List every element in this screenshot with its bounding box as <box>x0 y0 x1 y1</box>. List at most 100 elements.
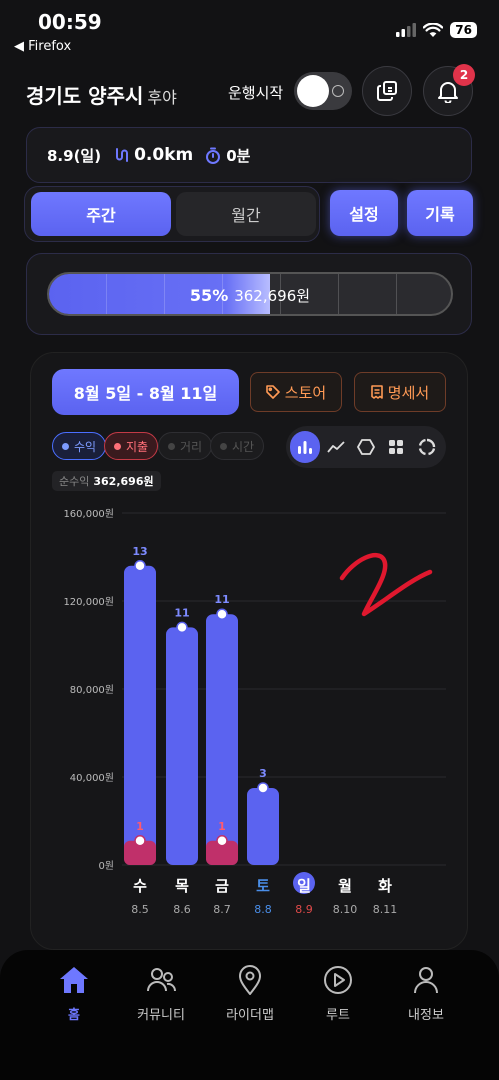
income-point <box>257 782 269 794</box>
region-sub: 후야 <box>147 88 177 107</box>
net-income-chip: 순수익 362,696원 <box>52 471 161 491</box>
chip-expense[interactable]: 지출 <box>104 432 159 460</box>
layers-button[interactable] <box>362 66 412 116</box>
goal-progress-card: 55% 362,696원 <box>26 253 472 335</box>
records-button[interactable]: 기록 <box>407 190 473 236</box>
x-date-label: 8.11 <box>373 903 398 916</box>
toggle-knob <box>297 75 329 107</box>
run-start-label: 운행시작 <box>228 84 284 102</box>
x-category-label: 월 <box>338 877 352 895</box>
timer-icon <box>206 147 221 164</box>
donut-icon <box>418 438 436 456</box>
chip-income-label: 수익 <box>74 439 97 454</box>
summary-date: 8.9(일) <box>47 146 102 165</box>
income-point <box>176 621 188 634</box>
expense-point <box>216 835 228 847</box>
chip-expense-label: 지출 <box>126 439 149 454</box>
statement-label: 명세서 <box>387 383 430 402</box>
chip-distance-label: 거리 <box>180 439 203 454</box>
income-bar <box>166 627 198 865</box>
chip-distance[interactable]: 거리 <box>158 432 213 460</box>
income-bar <box>247 788 279 865</box>
toggle-off-indicator <box>332 85 344 97</box>
income-point <box>216 608 228 620</box>
store-button[interactable]: 스토어 <box>250 372 342 412</box>
summary-distance: 0.0km <box>134 145 194 165</box>
status-icons: 76 <box>396 22 477 38</box>
y-tick-label: 80,000원 <box>70 684 114 696</box>
expense-data-label: 1 <box>218 820 226 833</box>
x-date-label: 8.6 <box>173 903 191 916</box>
store-label: 스토어 <box>284 383 327 402</box>
period-tabs: 주간 월간 <box>24 186 320 242</box>
line-chart-button[interactable] <box>320 431 350 463</box>
battery-level: 76 <box>450 22 477 38</box>
users-icon <box>147 968 177 992</box>
chip-dot <box>220 442 227 450</box>
expense-point <box>134 835 146 847</box>
nav-item-rider-map[interactable]: 라이더맵 <box>205 964 295 1023</box>
x-category-label: 토 <box>256 877 270 895</box>
map-pin-icon <box>239 965 261 995</box>
net-income-label: 순수익 <box>59 475 90 488</box>
x-category-label: 목 <box>175 877 189 895</box>
tab-monthly[interactable]: 월간 <box>176 192 316 236</box>
chip-income[interactable]: 수익 <box>52 432 107 460</box>
x-category-label: 일 <box>297 877 311 895</box>
tag-icon <box>265 385 280 399</box>
tab-weekly[interactable]: 주간 <box>31 192 171 236</box>
notification-badge: 2 <box>453 64 475 86</box>
nav-item-community[interactable]: 커뮤니티 <box>116 964 206 1023</box>
nav-label-home: 홈 <box>68 1008 80 1023</box>
line-chart-icon <box>326 441 345 453</box>
goal-progress-bar: 55% 362,696원 <box>47 272 453 316</box>
donut-chart-button[interactable] <box>412 431 442 463</box>
wifi-icon <box>423 22 444 37</box>
region-title[interactable]: 경기도 양주시 후야 <box>26 80 177 109</box>
income-data-label: 11 <box>174 606 189 619</box>
income-data-label: 3 <box>259 767 267 780</box>
chip-time-label: 시간 <box>232 439 255 454</box>
route-icon <box>116 148 129 162</box>
income-point <box>134 560 146 572</box>
nav-item-my-info[interactable]: 내정보 <box>381 964 471 1023</box>
x-date-label: 8.8 <box>254 903 272 916</box>
home-icon <box>60 967 88 993</box>
chip-time[interactable]: 시간 <box>210 432 265 460</box>
chip-dot <box>62 442 69 450</box>
income-data-label: 13 <box>132 545 147 558</box>
chip-dot <box>168 442 175 450</box>
summary-time: 0분 <box>226 146 251 165</box>
settings-button[interactable]: 설정 <box>330 190 398 236</box>
progress-amount: 362,696원 <box>234 287 311 305</box>
grid-chart-button[interactable] <box>381 431 411 463</box>
nav-item-home[interactable]: 홈 <box>29 964 119 1023</box>
progress-percent: 55% <box>189 286 229 305</box>
bar-chart-icon <box>298 441 313 454</box>
week-range-button[interactable]: 8월 5일 - 8월 11일 <box>52 369 239 415</box>
bar-chart-button[interactable] <box>290 431 321 463</box>
nav-item-route[interactable]: 루트 <box>293 964 383 1023</box>
expense-data-label: 1 <box>136 820 144 833</box>
cellular-signal-icon <box>396 23 417 37</box>
handwritten-scribble <box>339 552 433 617</box>
back-to-app-link[interactable]: ◀ Firefox <box>14 39 71 54</box>
run-toggle[interactable] <box>294 72 352 110</box>
today-summary: 8.9(일) 0.0km 0분 <box>26 127 472 183</box>
nav-label-my-info: 내정보 <box>408 1008 444 1023</box>
income-data-label: 11 <box>214 593 229 606</box>
y-tick-label: 40,000원 <box>70 772 114 784</box>
statement-button[interactable]: 명세서 <box>354 372 446 412</box>
layers-icon <box>377 81 397 101</box>
y-tick-label: 160,000원 <box>63 508 114 520</box>
user-icon <box>414 967 438 994</box>
y-tick-label: 120,000원 <box>63 596 114 608</box>
receipt-icon <box>370 385 383 399</box>
x-category-label: 금 <box>215 877 229 895</box>
x-category-label: 화 <box>378 877 392 895</box>
y-tick-label: 0원 <box>98 860 114 872</box>
x-date-label: 8.7 <box>213 903 231 916</box>
hexagon-icon <box>357 439 375 455</box>
hexagon-chart-button[interactable] <box>351 431 381 463</box>
grid-icon <box>389 440 404 454</box>
